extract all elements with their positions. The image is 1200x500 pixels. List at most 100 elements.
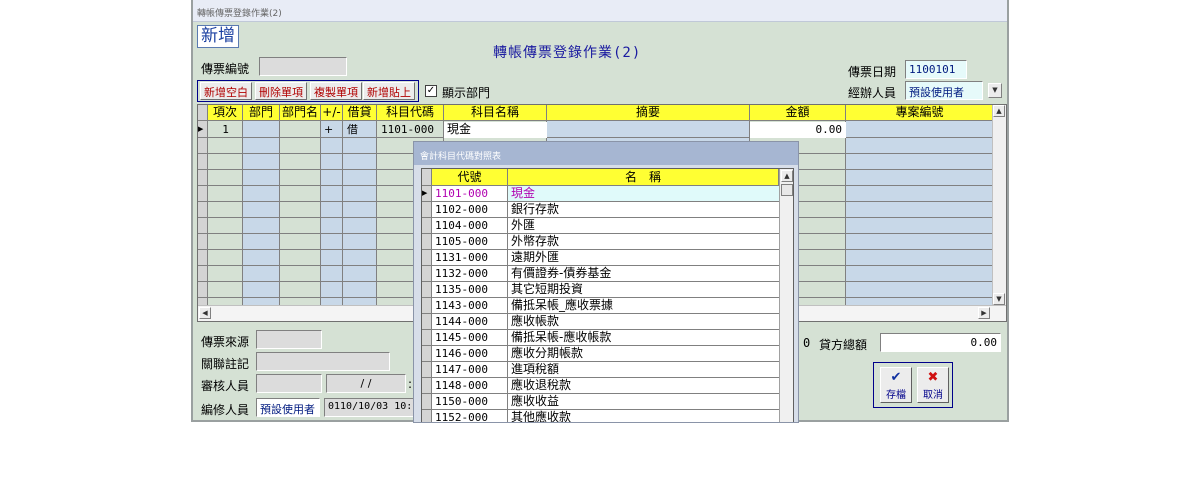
lookup-row[interactable]: 1135-000 其它短期投資	[422, 282, 779, 298]
lookup-row[interactable]: 1147-000 進項稅額	[422, 362, 779, 378]
review-date-field[interactable]: / /	[326, 374, 406, 393]
lookup-row[interactable]: 1131-000 遠期外匯	[422, 250, 779, 266]
save-button[interactable]: ✔ 存檔	[880, 367, 912, 403]
source-label: 傳票來源	[201, 335, 250, 349]
lookup-code: 1104-000	[432, 218, 508, 233]
lookup-name: 其它短期投資	[511, 282, 584, 296]
lookup-corner	[422, 169, 432, 186]
lookup-name: 備抵呆帳_應收票據	[511, 298, 614, 312]
copy-item-button[interactable]: 複製單項	[310, 82, 362, 100]
lookup-name: 應收收益	[511, 394, 560, 408]
lookup-row[interactable]: 1145-000 備抵呆帳-應收帳款	[422, 330, 779, 346]
editor-label: 編修人員	[201, 403, 250, 417]
row1-debit-credit[interactable]: 借	[343, 122, 377, 138]
show-dept-checkbox[interactable]: ✓	[425, 85, 437, 97]
lookup-code: 1146-000	[432, 346, 508, 361]
lookup-code: 1131-000	[432, 250, 508, 265]
lookup-code: 1105-000	[432, 234, 508, 249]
lookup-row[interactable]: ▶ 1101-000 現金	[422, 186, 779, 202]
row1-amount[interactable]: 0.00	[750, 122, 846, 138]
relation-field[interactable]	[256, 352, 390, 371]
relation-label: 關聯註記	[201, 357, 250, 371]
handler-label: 經辦人員	[848, 86, 897, 100]
cancel-button[interactable]: ✖ 取消	[917, 367, 949, 403]
lookup-code: 1152-000	[432, 410, 508, 422]
lookup-code: 1145-000	[432, 330, 508, 345]
voucher-no-field[interactable]	[259, 57, 347, 76]
row1-seq[interactable]: 1	[208, 122, 243, 138]
row1-sign[interactable]: +	[321, 122, 343, 138]
row1-account-name[interactable]: 現金	[444, 122, 547, 138]
add-paste-button[interactable]: 新增貼上	[363, 82, 415, 100]
credit-total-label: 貸方總額	[819, 338, 868, 352]
lookup-code: 1150-000	[432, 394, 508, 409]
scroll-right-icon[interactable]: ▶	[978, 307, 990, 319]
lookup-row[interactable]: 1150-000 應收收益	[422, 394, 779, 410]
row-pointer-icon: ▶	[422, 186, 432, 201]
row1-account-code[interactable]: 1101-000	[377, 122, 444, 138]
lookup-name: 遠期外匯	[511, 250, 560, 264]
grid-header-sign: +/-	[321, 105, 343, 121]
lookup-code: 1147-000	[432, 362, 508, 377]
editor-field: 預設使用者	[256, 398, 320, 417]
save-label: 存檔	[886, 390, 906, 401]
handler-select[interactable]: 預設使用者	[905, 81, 983, 100]
lookup-header-code: 代號	[432, 169, 508, 186]
grid-header-seq: 項次	[208, 105, 243, 121]
lookup-name: 外匯	[511, 218, 536, 232]
voucher-date-label: 傳票日期	[848, 65, 897, 79]
lookup-scroll-up-icon[interactable]: ▲	[781, 170, 793, 182]
cancel-x-icon: ✖	[927, 370, 939, 385]
show-dept-label: 顯示部門	[442, 86, 491, 100]
lookup-title: 會計科目代碼對照表	[414, 142, 798, 165]
handler-dropdown-chevron-icon[interactable]: ▼	[988, 83, 1002, 98]
lookup-grid: 代號 名 稱 ▶ 1101-000 現金 1102-000 銀行存款 1104-000…	[421, 168, 794, 423]
mode-indicator: 新增	[197, 25, 239, 48]
grid-header-project: 專案編號	[846, 105, 994, 121]
lookup-row[interactable]: 1148-000 應收退稅款	[422, 378, 779, 394]
lookup-row[interactable]: 1144-000 應收帳款	[422, 314, 779, 330]
lookup-name: 備抵呆帳-應收帳款	[511, 330, 612, 344]
lookup-row[interactable]: 1146-000 應收分期帳款	[422, 346, 779, 362]
lookup-header-name: 名 稱	[508, 169, 779, 186]
window-titlebar: 轉帳傳票登錄作業(2)	[193, 0, 1007, 22]
lookup-code: 1135-000	[432, 282, 508, 297]
cancel-label: 取消	[923, 390, 943, 401]
row-pointer-icon: ▶	[198, 125, 204, 133]
lookup-code: 1144-000	[432, 314, 508, 329]
lookup-name: 外幣存款	[511, 234, 560, 248]
lookup-scroll-thumb[interactable]	[781, 184, 793, 196]
scroll-up-icon[interactable]: ▲	[993, 105, 1005, 117]
delete-item-button[interactable]: 刪除單項	[255, 82, 307, 100]
account-code-lookup-popup[interactable]: 會計科目代碼對照表 代號 名 稱 ▶ 1101-000 現金 1102-000 銀行存…	[413, 141, 799, 423]
grid-header-amount: 金額	[750, 105, 846, 121]
edit-time-field: 0110/10/03 10:	[324, 398, 419, 417]
lookup-name: 其他應收款	[511, 410, 572, 423]
lookup-row[interactable]: 1143-000 備抵呆帳_應收票據	[422, 298, 779, 314]
lookup-name: 應收分期帳款	[511, 346, 584, 360]
scroll-down-icon[interactable]: ▼	[993, 293, 1005, 305]
lookup-row[interactable]: 1105-000 外幣存款	[422, 234, 779, 250]
source-field[interactable]	[256, 330, 322, 349]
lookup-row[interactable]: 1132-000 有價證券-債券基金	[422, 266, 779, 282]
grid-header-debit-credit: 借貸	[343, 105, 377, 121]
voucher-date-field[interactable]: 1100101	[905, 60, 967, 79]
credit-total-field: 0.00	[880, 333, 1001, 352]
review-time-field: :	[408, 377, 413, 391]
grid-header-memo: 摘要	[547, 105, 750, 121]
lookup-name: 現金	[508, 186, 779, 201]
lookup-row[interactable]: 1104-000 外匯	[422, 218, 779, 234]
grid-corner	[198, 105, 208, 121]
lookup-row[interactable]: 1102-000 銀行存款	[422, 202, 779, 218]
reviewer-field[interactable]	[256, 374, 322, 393]
lookup-name: 進項稅額	[511, 362, 560, 376]
grid-vertical-scrollbar[interactable]: ▲ ▼	[992, 105, 1006, 305]
lookup-code: 1102-000	[432, 202, 508, 217]
debit-total-value: 0	[803, 336, 811, 350]
add-blank-button[interactable]: 新增空白	[200, 82, 252, 100]
lookup-row[interactable]: 1152-000 其他應收款	[422, 410, 779, 423]
save-check-icon: ✔	[890, 370, 902, 385]
grid-header-account-code: 科目代碼	[377, 105, 444, 121]
scroll-left-icon[interactable]: ◀	[199, 307, 211, 319]
lookup-vertical-scrollbar[interactable]: ▲	[779, 169, 793, 422]
